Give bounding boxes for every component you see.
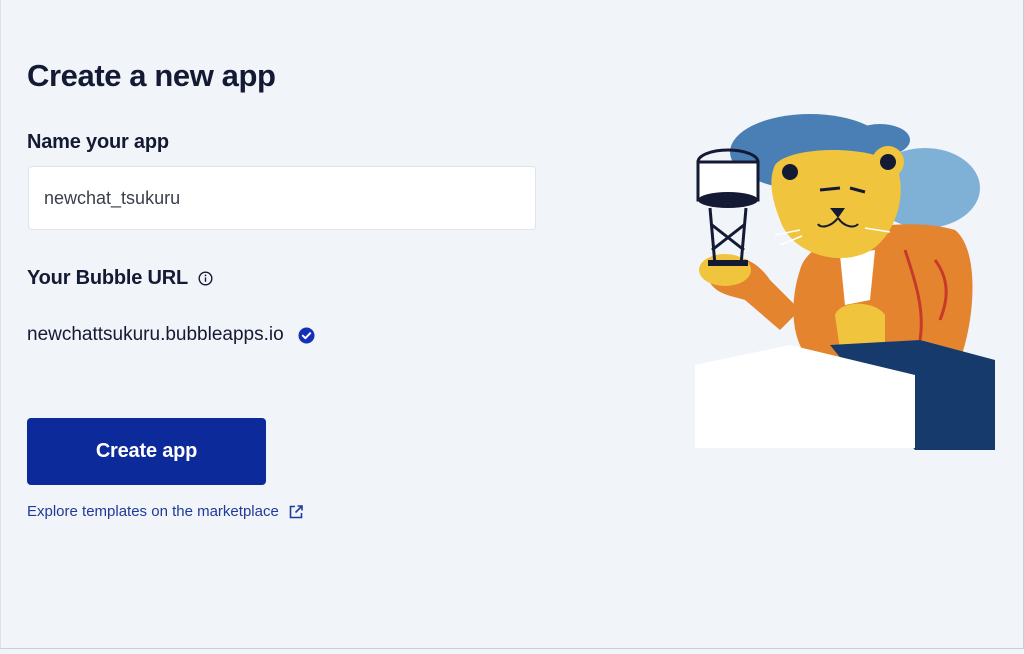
create-app-button[interactable]: Create app [27, 418, 266, 485]
bubble-url-value: newchattsukuru.bubbleapps.io [27, 324, 284, 345]
page-title: Create a new app [27, 58, 276, 93]
name-field-label: Name your app [27, 131, 169, 153]
external-link-icon [288, 504, 304, 520]
app-name-input[interactable] [28, 166, 536, 230]
bubble-url-row: newchattsukuru.bubbleapps.io [27, 324, 315, 346]
info-circle-icon[interactable] [198, 271, 213, 286]
bubble-url-heading: Your Bubble URL [27, 267, 213, 290]
bubble-url-label: Your Bubble URL [27, 267, 189, 289]
explore-templates-link[interactable]: Explore templates on the marketplace [27, 503, 304, 520]
verified-check-icon [298, 327, 315, 344]
lion-illustration [690, 110, 1000, 455]
explore-templates-label: Explore templates on the marketplace [27, 503, 279, 520]
